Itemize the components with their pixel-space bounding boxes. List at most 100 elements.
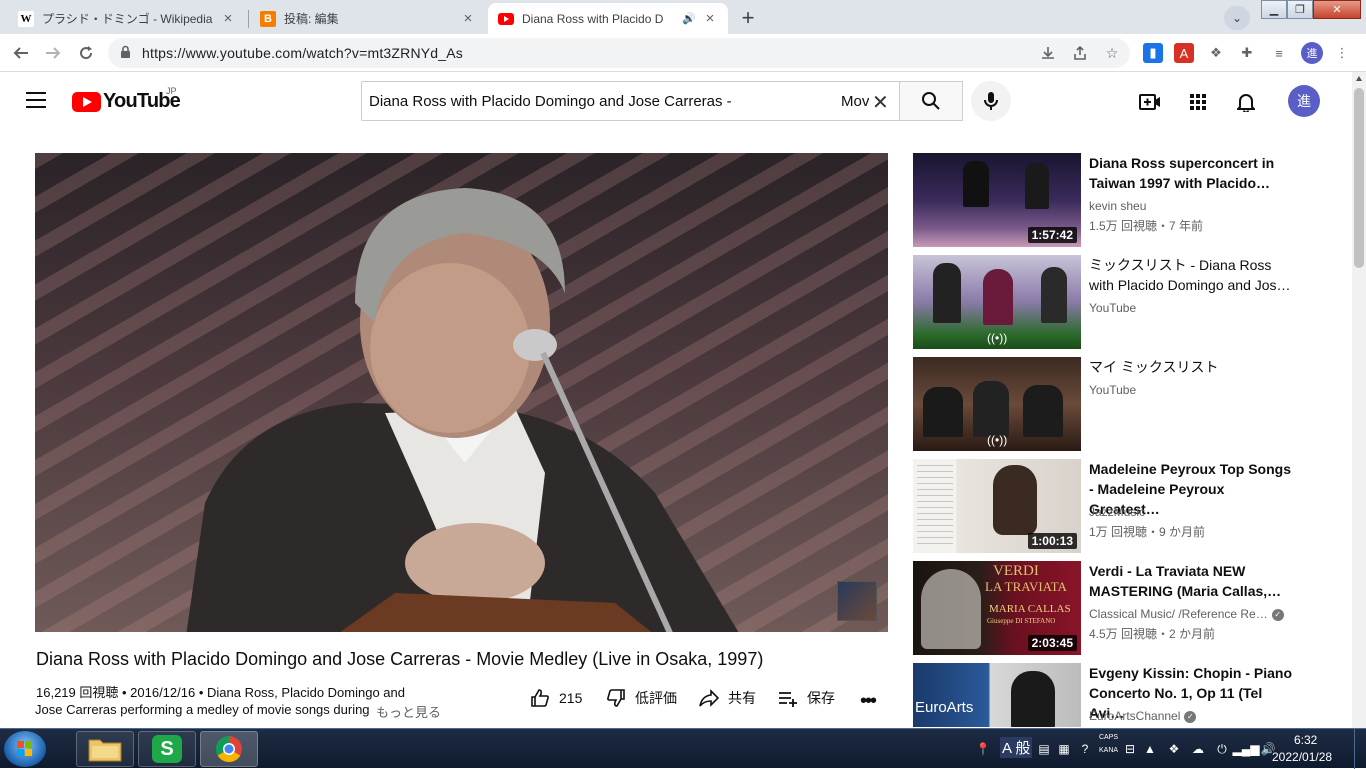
channel-name[interactable]: JazzMusic [1089,505,1145,519]
audio-playing-icon[interactable]: 🔊 [682,12,696,25]
chrome-menu-icon[interactable]: ⋮ [1332,43,1352,63]
recommended-video[interactable]: 1:00:13 Madeleine Peyroux Top Songs - Ma… [913,459,1333,555]
recommendation-title[interactable]: マイ ミックスリスト [1089,357,1295,377]
account-avatar[interactable]: 進 [1288,85,1320,117]
notification-pin-icon[interactable]: 📍 [975,741,991,757]
new-tab-button[interactable]: + [734,5,762,30]
close-tab-icon[interactable]: × [702,10,718,27]
language-bar-icon[interactable]: ⊟ [1122,741,1138,757]
video-thumbnail[interactable]: 1:00:13 [913,459,1081,553]
forward-arrow-icon[interactable] [42,42,64,64]
bookmark-extension-icon[interactable]: ▮ [1143,43,1163,63]
video-thumbnail[interactable]: ((•)) [913,357,1081,451]
lock-icon[interactable] [120,45,134,61]
video-thumbnail[interactable]: EuroArts [913,663,1081,727]
verified-check-icon: ✓ [1184,710,1197,723]
kana-indicator: KANA [1099,747,1119,754]
channel-name[interactable]: YouTube [1089,301,1136,315]
youtube-masthead: YouTube JP Diana Ross with Placido Domin… [0,72,1352,128]
video-thumbnail[interactable]: 1:57:42 [913,153,1081,247]
duration-badge: 2:03:45 [1027,635,1077,651]
view-stats: 1.5万 回視聴・7 年前 [1089,219,1204,233]
search-button[interactable] [899,81,963,121]
voice-search-button[interactable] [971,81,1011,121]
search-input[interactable]: Diana Ross with Placido Domingo and Jose… [361,81,900,121]
ime-tools-icon[interactable]: ▦ [1056,741,1072,757]
tab-blogger[interactable]: B 投稿: 編集 × [250,3,486,34]
show-desktop-button[interactable] [1354,729,1366,769]
bookmark-star-icon[interactable]: ☆ [1102,43,1122,63]
tab-divider [248,10,249,28]
channel-name[interactable]: YouTube [1089,383,1136,397]
video-description-snippet: Jose Carreras performing a medley of mov… [35,702,370,717]
recommended-video[interactable]: 1:57:42 Diana Ross superconcert in Taiwa… [913,153,1333,249]
tab-search-button[interactable]: ⌄ [1224,6,1250,30]
tab-title: Diana Ross with Placido D [522,11,664,26]
clock-time[interactable]: 6:32 [1294,733,1317,747]
channel-name[interactable]: EuroArtsChannel ✓ [1089,709,1197,723]
taskbar-sheets-app[interactable]: S [138,731,196,767]
more-actions-icon[interactable]: ••• [860,690,877,713]
minimize-button[interactable]: ▁ [1261,0,1287,19]
address-bar[interactable]: https://www.youtube.com/watch?v=mt3ZRNYd… [108,38,1130,68]
channel-watermark[interactable] [837,581,877,621]
scrollbar-thumb[interactable] [1354,88,1364,268]
apps-grid-icon[interactable] [1186,90,1210,114]
save-button[interactable]: 保存 [777,686,835,710]
share-button[interactable]: 共有 [698,686,756,710]
show-more-link[interactable]: もっと見る [376,702,441,721]
like-button[interactable]: 215 [529,686,582,710]
create-video-icon[interactable] [1138,90,1162,114]
dislike-button[interactable]: 低評価 [605,686,677,710]
taskbar-explorer[interactable] [76,731,134,767]
recommendation-title[interactable]: Diana Ross superconcert in Taiwan 1997 w… [1089,153,1295,193]
power-plug-icon[interactable]: ⏻ [1214,741,1230,757]
extensions-puzzle-icon[interactable]: ✚ [1237,43,1257,63]
notifications-bell-icon[interactable] [1234,90,1258,114]
scroll-up-arrow-icon[interactable] [1356,76,1362,81]
tab-youtube[interactable]: Diana Ross with Placido D 🔊 × [488,3,728,34]
onedrive-cloud-icon[interactable]: ☁ [1190,741,1206,757]
recommended-mix[interactable]: ((•)) マイ ミックスリスト YouTube [913,357,1333,453]
video-thumbnail[interactable]: ((•)) [913,255,1081,349]
dropbox-extension-icon[interactable]: ❖ [1206,43,1226,63]
tab-wikipedia[interactable]: W プラシド・ドミンゴ - Wikipedia × [8,3,246,34]
clock-date[interactable]: 2022/01/28 [1272,750,1332,764]
ime-dictionary-icon[interactable]: ▤ [1036,741,1052,757]
ime-mode-indicator[interactable]: A 般 [1000,737,1033,758]
dislike-label: 低評価 [635,690,677,706]
network-signal-icon[interactable]: ▂▄▆ [1233,741,1260,757]
install-app-icon[interactable] [1038,43,1058,63]
recommendation-title[interactable]: ミックスリスト - Diana Ross with Placido Doming… [1089,255,1295,295]
search-query-text: Diana Ross with Placido Domingo and Jose… [369,93,732,110]
help-icon[interactable]: ? [1077,741,1093,757]
close-tab-icon[interactable]: × [460,10,476,27]
youtube-logo[interactable]: YouTube JP [72,86,181,113]
video-player[interactable] [35,153,888,632]
dropbox-tray-icon[interactable]: ❖ [1166,741,1182,757]
page-scrollbar[interactable] [1352,72,1366,728]
recommendation-title[interactable]: Verdi - La Traviata NEW MASTERING (Maria… [1089,561,1295,601]
recommended-mix[interactable]: ((•)) ミックスリスト - Diana Ross with Placido … [913,255,1333,351]
video-thumbnail[interactable]: VERDI LA TRAVIATA MARIA CALLAS Giuseppe … [913,561,1081,655]
pdf-extension-icon[interactable]: A [1174,43,1194,63]
back-arrow-icon[interactable] [10,42,32,64]
recommended-video[interactable]: EuroArts Evgeny Kissin: Chopin - Piano C… [913,663,1333,727]
show-hidden-icons-icon[interactable]: ▲ [1142,741,1158,757]
channel-name[interactable]: kevin sheu [1089,199,1146,213]
start-button[interactable] [4,731,46,767]
media-controls-icon[interactable]: ≡ [1269,43,1289,63]
close-tab-icon[interactable]: × [220,10,236,27]
maximize-button[interactable]: ❐ [1287,0,1313,19]
window-close-button[interactable]: ✕ [1313,0,1361,19]
chrome-profile-avatar[interactable]: 進 [1301,42,1323,64]
add-to-playlist-icon [777,687,799,709]
reload-icon[interactable] [75,42,97,64]
guide-menu-icon[interactable] [26,92,46,108]
clear-search-icon[interactable]: ✕ [872,90,889,115]
share-icon[interactable] [1070,43,1090,63]
channel-name[interactable]: Classical Music/ /Reference Re… ✓ [1089,607,1284,621]
caps-indicator: CAPS [1099,734,1119,741]
recommended-video[interactable]: VERDI LA TRAVIATA MARIA CALLAS Giuseppe … [913,561,1333,657]
taskbar-chrome[interactable] [200,731,258,767]
